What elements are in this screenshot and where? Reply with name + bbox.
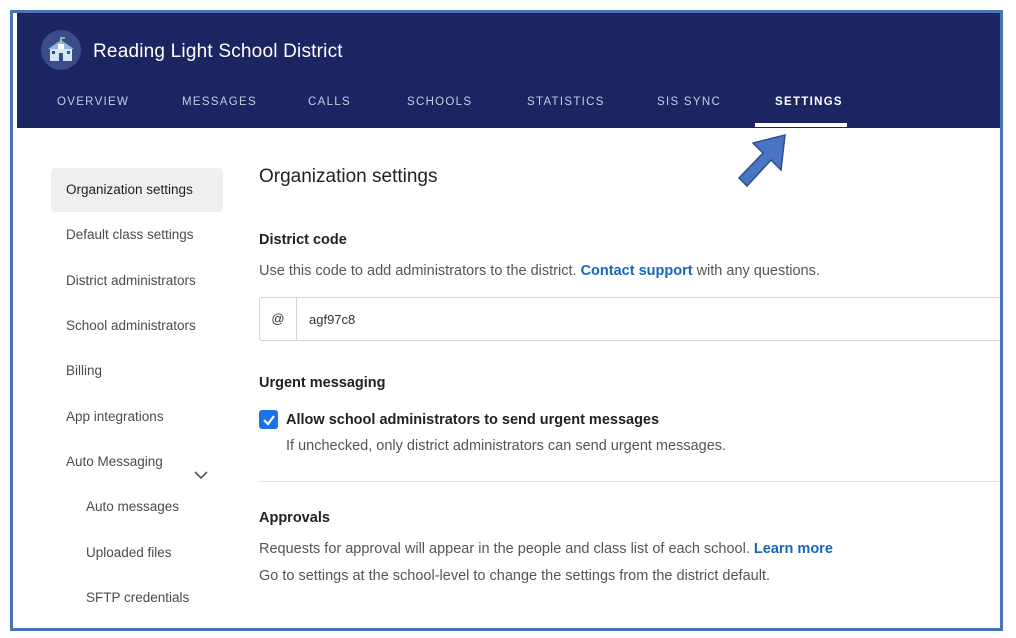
app-window: Reading Light School District OVERVIEW M… xyxy=(10,10,1003,631)
main-nav: OVERVIEW MESSAGES CALLS SCHOOLS STATISTI… xyxy=(17,93,1000,128)
contact-support-link[interactable]: Contact support xyxy=(581,263,693,279)
urgent-messages-checkbox-label[interactable]: Allow school administrators to send urge… xyxy=(286,412,659,428)
sidebar-item-label: Auto Messaging xyxy=(66,454,163,469)
district-code-description: Use this code to add administrators to t… xyxy=(259,263,820,279)
learn-more-link[interactable]: Learn more xyxy=(754,541,833,557)
nav-messages[interactable]: MESSAGES xyxy=(182,93,257,128)
settings-content: Organization settings District code Use … xyxy=(259,128,1000,628)
district-code-input[interactable] xyxy=(297,298,1000,340)
sidebar-item-uploaded-files[interactable]: Uploaded files xyxy=(71,531,243,575)
sidebar-item-organization-settings[interactable]: Organization settings xyxy=(51,168,223,212)
sidebar-item-district-administrators[interactable]: District administrators xyxy=(51,259,223,303)
sidebar-item-sftp-credentials[interactable]: SFTP credentials xyxy=(71,576,243,620)
district-code-field: @ xyxy=(259,297,1000,341)
settings-sidebar: Organization settings Default class sett… xyxy=(13,128,243,628)
urgent-messaging-heading: Urgent messaging xyxy=(259,375,386,391)
approvals-heading: Approvals xyxy=(259,510,330,526)
sidebar-item-default-class-settings[interactable]: Default class settings xyxy=(51,213,223,257)
active-tab-indicator xyxy=(755,123,847,127)
section-divider xyxy=(259,481,1000,482)
sidebar-item-school-administrators[interactable]: School administrators xyxy=(51,304,223,348)
sidebar-item-auto-messages[interactable]: Auto messages xyxy=(71,485,243,529)
nav-calls[interactable]: CALLS xyxy=(308,93,351,128)
approvals-settings-note: Go to settings at the school-level to ch… xyxy=(259,568,770,584)
approvals-description: Requests for approval will appear in the… xyxy=(259,541,833,557)
check-icon xyxy=(262,414,275,426)
nav-overview[interactable]: OVERVIEW xyxy=(57,93,129,128)
app-title: Reading Light School District xyxy=(93,41,343,62)
sidebar-item-billing[interactable]: Billing xyxy=(51,349,223,393)
sidebar-item-auto-messaging[interactable]: Auto Messaging xyxy=(51,440,223,484)
at-prefix: @ xyxy=(260,298,297,340)
approvals-desc-text: Requests for approval will appear in the… xyxy=(259,541,750,557)
nav-statistics[interactable]: STATISTICS xyxy=(527,93,605,128)
urgent-messages-help-text: If unchecked, only district administrato… xyxy=(286,438,727,454)
school-building-icon xyxy=(41,30,81,70)
district-code-desc-text: Use this code to add administrators to t… xyxy=(259,263,577,279)
nav-sis-sync[interactable]: SIS SYNC xyxy=(657,93,721,128)
sidebar-item-app-integrations[interactable]: App integrations xyxy=(51,395,223,439)
nav-schools[interactable]: SCHOOLS xyxy=(407,93,472,128)
app-header: Reading Light School District OVERVIEW M… xyxy=(17,13,1000,128)
district-code-desc-suffix: with any questions. xyxy=(696,263,820,279)
district-code-heading: District code xyxy=(259,232,347,248)
urgent-messages-checkbox[interactable] xyxy=(259,410,278,429)
page-title: Organization settings xyxy=(259,166,438,187)
